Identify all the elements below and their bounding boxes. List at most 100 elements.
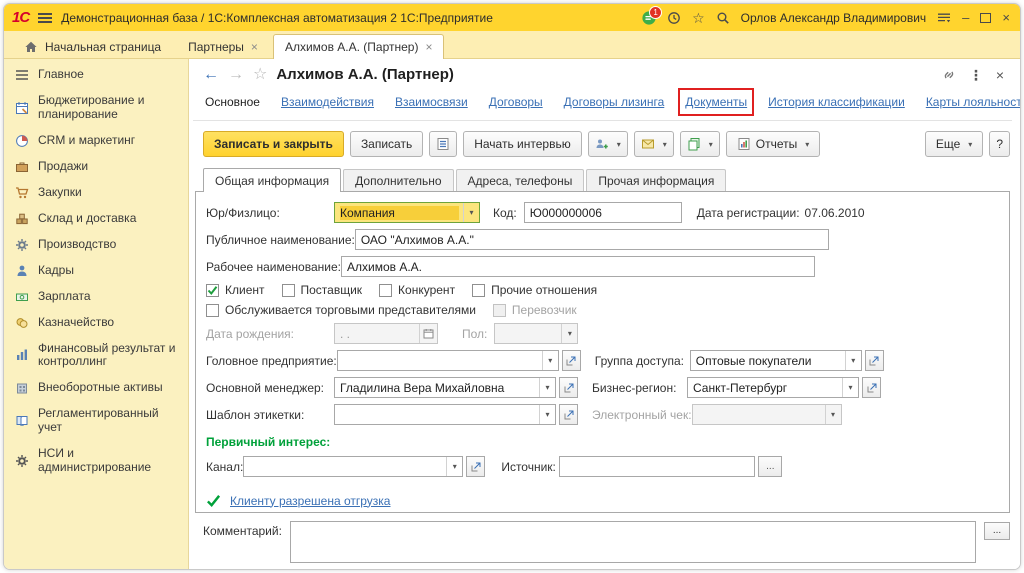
sidebar-item-warehouse[interactable]: Склад и доставка bbox=[4, 206, 188, 232]
sidebar-item-crm[interactable]: CRM и маркетинг bbox=[4, 128, 188, 154]
chevron-down-icon[interactable]: ▾ bbox=[539, 378, 555, 397]
client-checkbox[interactable]: Клиент bbox=[206, 283, 265, 297]
help-button[interactable]: ? bbox=[989, 131, 1010, 157]
work-name-input[interactable]: Алхимов А.А. bbox=[341, 256, 815, 277]
nav-link-interactions[interactable]: Взаимодействия bbox=[281, 95, 374, 109]
tab-other-info[interactable]: Прочая информация bbox=[586, 169, 726, 191]
served-by-reps-checkbox[interactable]: Обслуживается торговыми представителями bbox=[206, 303, 476, 317]
shipment-allowed-link[interactable]: Клиенту разрешена отгрузка bbox=[230, 494, 390, 508]
sidebar-item-sales[interactable]: Продажи bbox=[4, 154, 188, 180]
access-group-select[interactable]: Оптовые покупатели ▾ bbox=[690, 350, 862, 371]
reports-button[interactable]: Отчеты ▾ bbox=[726, 131, 821, 157]
chevron-down-icon[interactable]: ▾ bbox=[845, 351, 861, 370]
close-tab-icon[interactable]: × bbox=[251, 40, 258, 54]
nav-link-loyalty-cards[interactable]: Карты лояльности bbox=[926, 95, 1021, 109]
comment-input[interactable] bbox=[290, 521, 976, 563]
sidebar-item-regulated[interactable]: Регламентированный учет bbox=[4, 401, 188, 441]
forward-button[interactable]: → bbox=[228, 67, 244, 83]
favorites-icon[interactable]: ☆ bbox=[692, 11, 705, 25]
source-choose-button[interactable]: ... bbox=[758, 456, 782, 477]
history-icon[interactable] bbox=[667, 11, 681, 25]
tab-general-info[interactable]: Общая информация bbox=[203, 168, 341, 192]
send-letter-button[interactable]: ▾ bbox=[634, 131, 674, 157]
chevron-down-icon[interactable]: ▾ bbox=[842, 378, 858, 397]
tab-additional[interactable]: Дополнительно bbox=[343, 169, 453, 191]
minimize-button[interactable]: – bbox=[962, 11, 969, 24]
access-group-value: Оптовые покупатели bbox=[696, 354, 841, 368]
main-menu-icon[interactable] bbox=[38, 13, 52, 23]
public-name-input[interactable]: ОАО "Алхимов А.А." bbox=[355, 229, 829, 250]
code-input[interactable]: Ю000000006 bbox=[524, 202, 682, 223]
nav-link-classification-history[interactable]: История классификации bbox=[768, 95, 905, 109]
source-input[interactable] bbox=[559, 456, 755, 477]
nav-link-contracts[interactable]: Договоры bbox=[489, 95, 543, 109]
close-form-button[interactable]: × bbox=[996, 68, 1004, 82]
sidebar-item-finresult[interactable]: Финансовый результат и контроллинг bbox=[4, 336, 188, 376]
tab-partners[interactable]: Партнеры × bbox=[176, 34, 270, 58]
titlebar-actions: 1 ☆ Орлов Александр Владимирович – × bbox=[642, 11, 1010, 25]
start-interview-button[interactable]: Начать интервью bbox=[463, 131, 582, 157]
checkbox-icon bbox=[379, 284, 392, 297]
nav-link-relations[interactable]: Взаимосвязи bbox=[395, 95, 468, 109]
chevron-down-icon[interactable]: ▾ bbox=[539, 405, 555, 424]
assign-manager-button[interactable]: ▾ bbox=[588, 131, 628, 157]
sidebar-item-main[interactable]: Главное bbox=[4, 62, 188, 88]
open-head-company-button[interactable] bbox=[562, 350, 581, 371]
current-user[interactable]: Орлов Александр Владимирович bbox=[741, 11, 927, 25]
create-based-on-button[interactable]: ▾ bbox=[680, 131, 720, 157]
sidebar-item-production[interactable]: Производство bbox=[4, 232, 188, 258]
open-access-group-button[interactable] bbox=[865, 350, 884, 371]
channel-label: Канал: bbox=[206, 460, 243, 474]
nav-link-documents[interactable]: Документы bbox=[685, 95, 747, 109]
sidebar-item-admin[interactable]: НСИ и администрирование bbox=[4, 441, 188, 481]
comment-expand-button[interactable]: ... bbox=[984, 522, 1010, 540]
label-template-select[interactable]: ▾ bbox=[334, 404, 556, 425]
other-relations-checkbox[interactable]: Прочие отношения bbox=[472, 283, 597, 297]
tab-addresses-phones[interactable]: Адреса, телефоны bbox=[456, 169, 585, 191]
back-button[interactable]: ← bbox=[203, 67, 219, 83]
business-region-select[interactable]: Санкт-Петербург ▾ bbox=[687, 377, 859, 398]
assets-icon bbox=[14, 381, 29, 395]
add-to-favorites-icon[interactable]: ☆ bbox=[253, 67, 267, 83]
sidebar-item-payroll[interactable]: Зарплата bbox=[4, 284, 188, 310]
chevron-down-icon[interactable]: ▾ bbox=[463, 203, 479, 222]
save-and-close-button[interactable]: Записать и закрыть bbox=[203, 131, 344, 157]
discussions-icon[interactable]: 1 bbox=[642, 11, 656, 25]
main-area: Главное Бюджетирование и планирование CR… bbox=[4, 59, 1020, 569]
supplier-checkbox[interactable]: Поставщик bbox=[282, 283, 363, 297]
more-actions-button[interactable]: Еще ▾ bbox=[925, 131, 983, 157]
manager-select[interactable]: Гладилина Вера Михайловна ▾ bbox=[334, 377, 556, 398]
show-in-list-button[interactable] bbox=[429, 131, 457, 157]
service-menu-icon[interactable] bbox=[937, 11, 951, 25]
chevron-down-icon[interactable]: ▾ bbox=[446, 457, 462, 476]
get-link-icon[interactable] bbox=[942, 68, 956, 82]
open-channel-button[interactable] bbox=[466, 456, 485, 477]
sidebar-item-budgeting[interactable]: Бюджетирование и планирование bbox=[4, 88, 188, 128]
chevron-down-icon[interactable]: ▾ bbox=[542, 351, 558, 370]
open-business-region-button[interactable] bbox=[862, 377, 881, 398]
close-tab-icon[interactable]: × bbox=[425, 40, 432, 54]
sections-sidebar: Главное Бюджетирование и планирование CR… bbox=[4, 59, 189, 569]
sidebar-item-treasury[interactable]: Казначейство bbox=[4, 310, 188, 336]
close-window-button[interactable]: × bbox=[1002, 11, 1010, 24]
channel-select[interactable]: ▾ bbox=[243, 456, 463, 477]
report-icon bbox=[737, 137, 751, 151]
sidebar-item-purchases[interactable]: Закупки bbox=[4, 180, 188, 206]
jur-fiz-select[interactable]: Компания ▾ bbox=[334, 202, 480, 223]
nav-link-main[interactable]: Основное bbox=[205, 95, 260, 109]
maximize-button[interactable] bbox=[980, 13, 991, 23]
competitor-checkbox[interactable]: Конкурент bbox=[379, 283, 455, 297]
sidebar-item-label: Производство bbox=[38, 238, 116, 252]
sidebar-item-hr[interactable]: Кадры bbox=[4, 258, 188, 284]
head-company-select[interactable]: ▾ bbox=[337, 350, 559, 371]
more-menu-icon[interactable]: ⋮ bbox=[969, 68, 983, 82]
tab-alhimov-partner[interactable]: Алхимов А.А. (Партнер) × bbox=[273, 34, 445, 59]
open-label-template-button[interactable] bbox=[559, 404, 578, 425]
save-button[interactable]: Записать bbox=[350, 131, 423, 157]
search-icon[interactable] bbox=[716, 11, 730, 25]
open-manager-button[interactable] bbox=[559, 377, 578, 398]
sidebar-item-assets[interactable]: Внеоборотные активы bbox=[4, 375, 188, 401]
nav-link-leasing-contracts[interactable]: Договоры лизинга bbox=[564, 95, 665, 109]
tab-home[interactable]: Начальная страница bbox=[12, 34, 173, 58]
sidebar-item-label: Склад и доставка bbox=[38, 212, 136, 226]
